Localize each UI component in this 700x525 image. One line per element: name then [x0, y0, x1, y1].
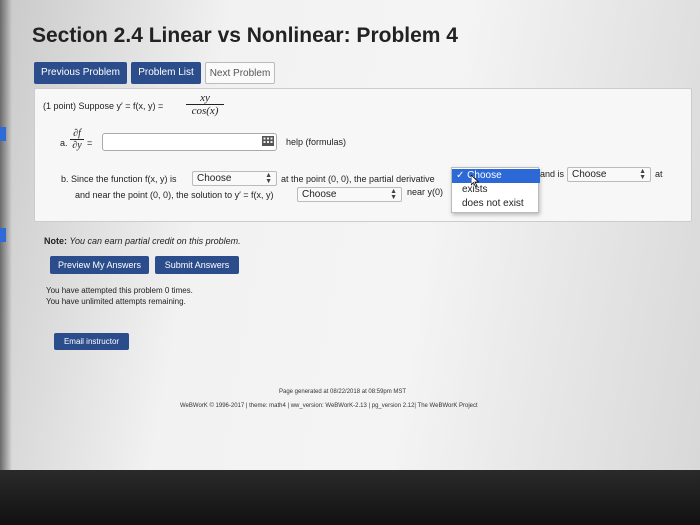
part-b-near: near y(0) [407, 187, 444, 197]
select-value: Choose [572, 169, 607, 180]
updown-arrows-icon: ▲ ▼ [390, 188, 397, 201]
note-label: Note: [44, 236, 67, 246]
left-edge-tab [0, 228, 6, 242]
part-a-equals: = [87, 138, 93, 148]
derivative-dropdown-menu: ✓ Choose exists does not exist [451, 167, 540, 213]
checkmark-icon: ✓ [456, 170, 468, 181]
solution-property-select[interactable]: Choose ▲ ▼ [297, 187, 402, 202]
preview-answers-button[interactable]: Preview My Answers [50, 256, 149, 274]
note-text: You can earn partial credit on this prob… [69, 236, 241, 246]
attempts-remaining-message: You have unlimited attempts remaining. [46, 297, 186, 306]
help-formulas-link[interactable]: help (formulas) [286, 137, 346, 147]
fraction-denominator: cos(x) [186, 104, 224, 117]
next-problem-button[interactable]: Next Problem [205, 62, 275, 84]
monitor-bezel [0, 470, 700, 525]
function-property-select[interactable]: Choose ▲ ▼ [192, 171, 277, 186]
problem-fraction: xy cos(x) [186, 92, 224, 117]
derivative-property-select[interactable]: Choose ▲ ▼ [567, 167, 651, 182]
select-value: Choose [302, 189, 337, 200]
select-value: Choose [197, 173, 232, 184]
part-b-at: at [655, 169, 663, 179]
updown-arrows-icon: ▲ ▼ [265, 172, 272, 185]
equation-editor-icon[interactable] [262, 136, 274, 146]
part-b-text-start: b. Since the function f(x, y) is [61, 174, 177, 184]
browser-viewport: Section 2.4 Linear vs Nonlinear: Problem… [0, 0, 700, 470]
mouse-cursor-icon [471, 175, 479, 187]
email-instructor-button[interactable]: Email instructor [54, 333, 129, 350]
fraction-numerator: xy [200, 92, 210, 104]
partial-credit-note: Note: You can earn partial credit on thi… [44, 236, 241, 246]
submit-answers-button[interactable]: Submit Answers [155, 256, 239, 274]
partial-derivative-fraction: ∂f ∂y [70, 128, 84, 151]
answer-input[interactable] [102, 133, 277, 151]
previous-problem-button[interactable]: Previous Problem [34, 62, 127, 84]
dropdown-option-exists[interactable]: exists [452, 183, 540, 197]
page-title: Section 2.4 Linear vs Nonlinear: Problem… [32, 24, 458, 47]
left-edge-tab [0, 127, 6, 141]
updown-arrows-icon: ▲ ▼ [639, 168, 646, 181]
part-b-and-is: and is [540, 169, 565, 179]
dropdown-option-choose[interactable]: ✓ Choose [452, 169, 540, 183]
part-b-text-mid: at the point (0, 0), the partial derivat… [281, 174, 435, 184]
part-a-label: a. [60, 138, 68, 148]
version-footer: WeBWorK © 1996-2017 | theme: math4 | ww_… [180, 403, 478, 409]
attempts-message: You have attempted this problem 0 times. [46, 286, 193, 295]
page-generated-footer: Page generated at 08/22/2018 at 08:59pm … [279, 389, 407, 395]
problem-list-button[interactable]: Problem List [131, 62, 201, 84]
problem-intro: (1 point) Suppose y′ = f(x, y) = [43, 101, 164, 111]
partial-numerator: ∂f [73, 128, 81, 139]
part-b-line-2: and near the point (0, 0), the solution … [75, 190, 274, 200]
dropdown-option-does-not-exist[interactable]: does not exist [452, 197, 540, 211]
partial-denominator: ∂y [70, 139, 84, 151]
